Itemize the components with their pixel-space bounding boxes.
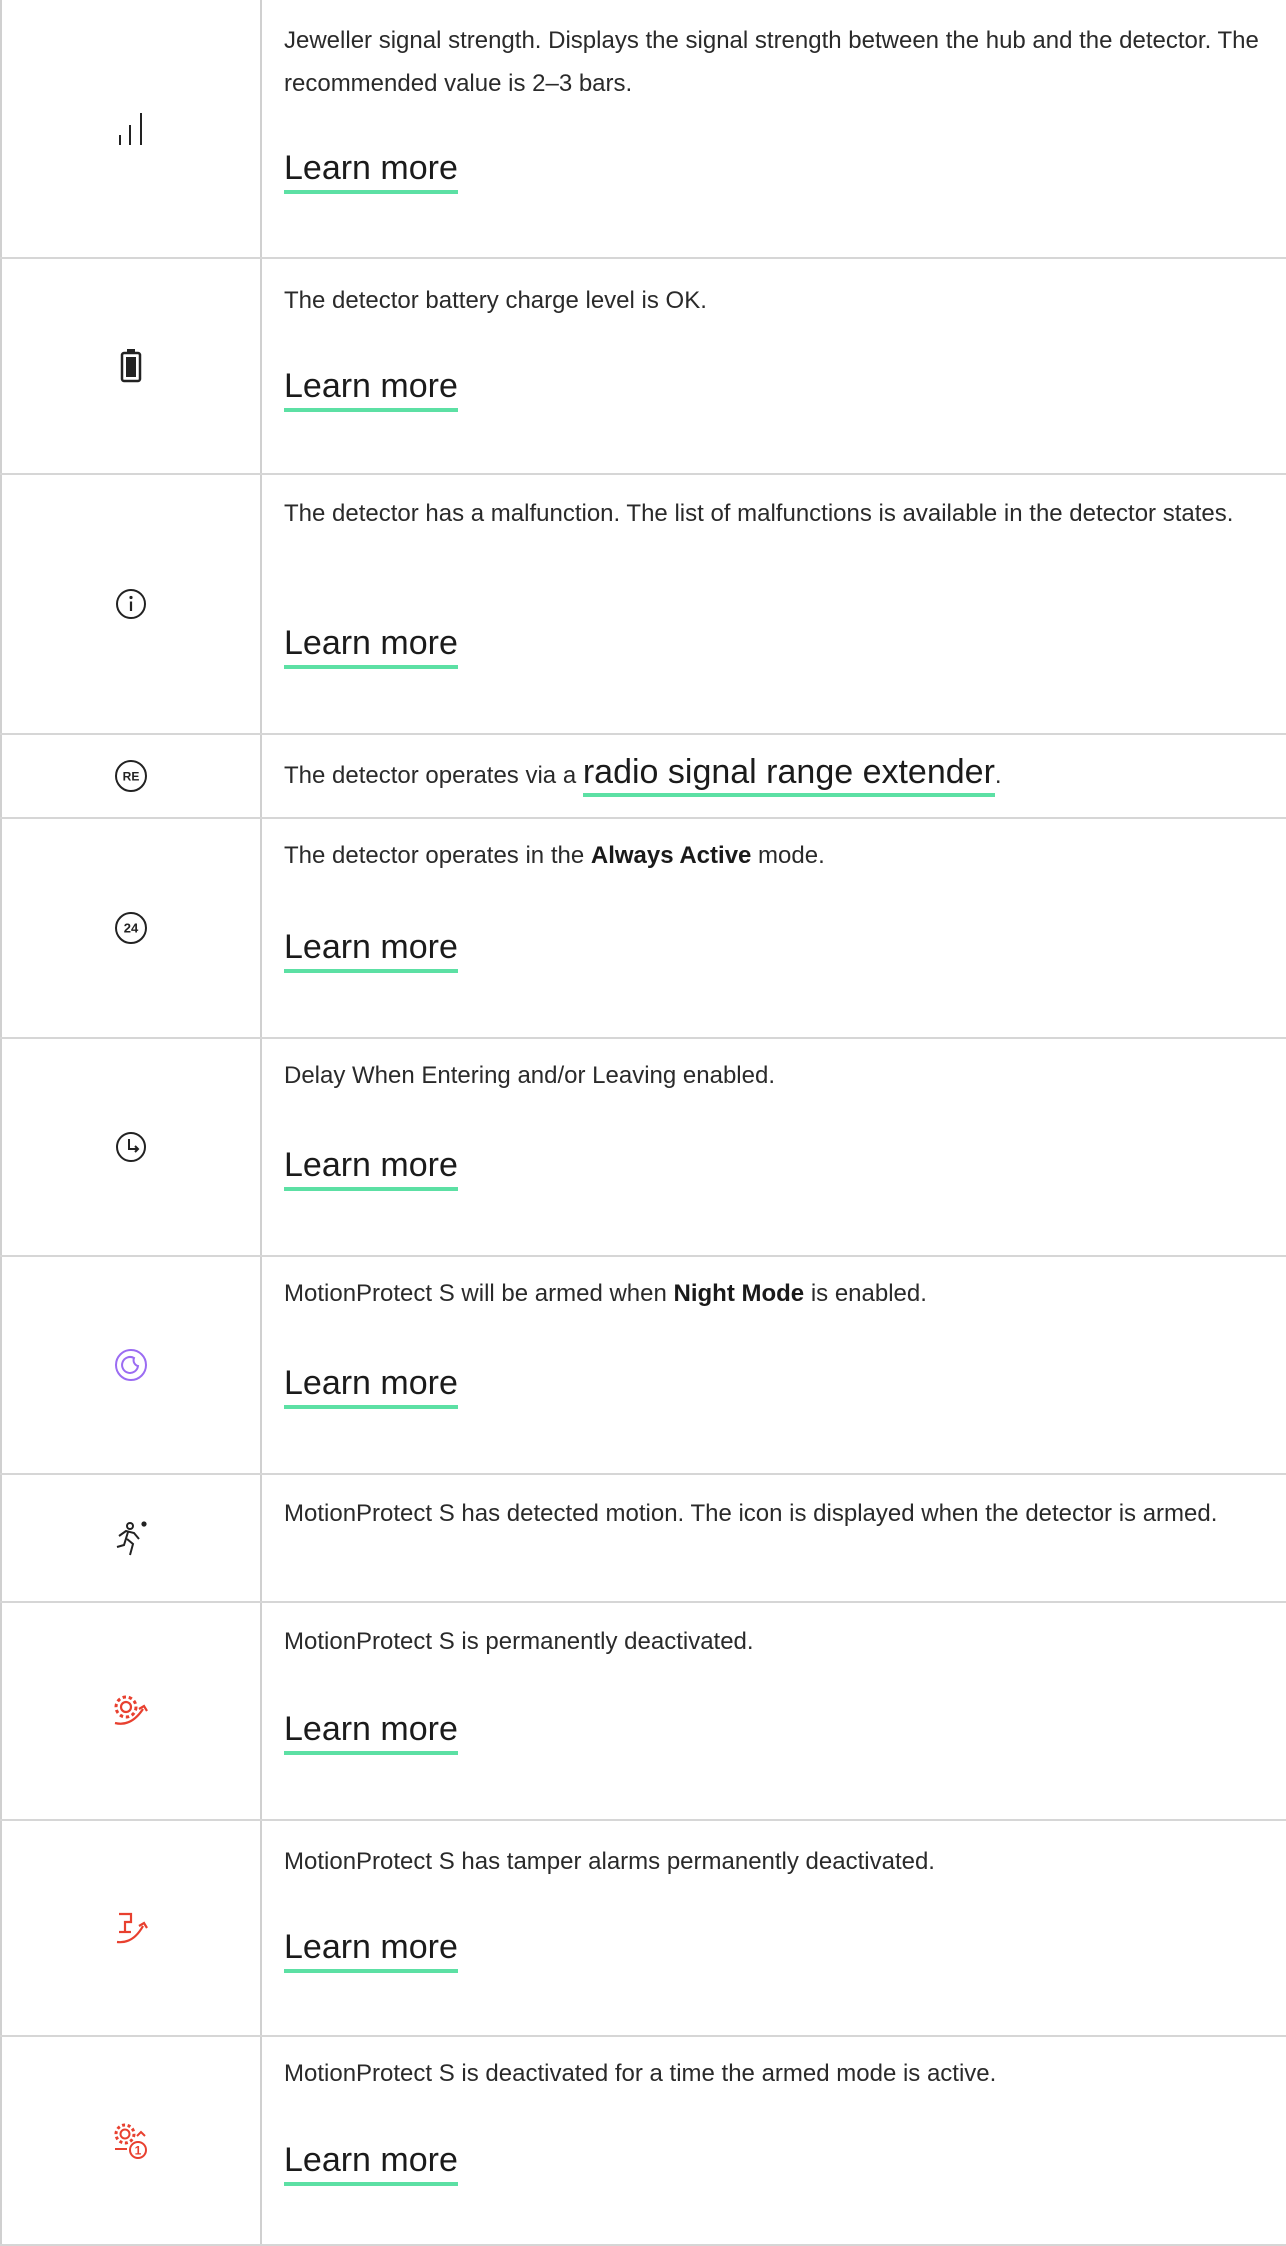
description-cell: MotionProtect S is deactivated for a tim…	[264, 2037, 1286, 2246]
table-row: The detector battery charge level is OK.…	[0, 259, 1286, 473]
table-row: MotionProtect S has tamper alarms perman…	[0, 1821, 1286, 2035]
table-row: MotionProtect S will be armed when Night…	[0, 1257, 1286, 1473]
icon-cell	[0, 259, 262, 473]
description-cell: MotionProtect S has tamper alarms perman…	[264, 1821, 1286, 2035]
icon-cell: RE	[0, 735, 262, 817]
learn-more-link[interactable]: Learn more	[284, 1363, 458, 1409]
learn-more-link[interactable]: Learn more	[284, 927, 458, 973]
table-row: 1 MotionProtect S is deactivated for a t…	[0, 2037, 1286, 2246]
description-cell: The detector has a malfunction. The list…	[264, 475, 1286, 733]
learn-more-link[interactable]: Learn more	[284, 1927, 458, 1973]
description: Delay When Entering and/or Leaving enabl…	[284, 1062, 775, 1089]
battery-icon	[120, 349, 142, 383]
table-row: RE The detector operates via a radio sig…	[0, 735, 1286, 817]
learn-more-link[interactable]: Learn more	[284, 1145, 458, 1191]
description-text: .	[994, 762, 1002, 789]
description: The detector has a malfunction. The list…	[284, 500, 1234, 527]
description-cell: The detector operates via a radio signal…	[264, 735, 1286, 817]
permanently-deactivated-icon	[111, 1693, 151, 1729]
description: Jeweller signal strength. Displays the s…	[284, 27, 1259, 97]
mode-name: Night Mode	[673, 1280, 805, 1307]
icon-cell	[0, 1257, 262, 1473]
learn-more-link[interactable]: Learn more	[284, 2140, 458, 2186]
radio-signal-range-extender-link[interactable]: radio signal range extender	[582, 753, 995, 797]
description-text: mode.	[751, 842, 825, 869]
mode-name: Always Active	[590, 842, 752, 869]
re-icon: RE	[114, 759, 148, 793]
svg-text:24: 24	[124, 921, 139, 936]
table-row: Jeweller signal strength. Displays the s…	[0, 0, 1286, 258]
table-row: 24 The detector operates in the Always A…	[0, 819, 1286, 1037]
icon-cell	[0, 1821, 262, 2035]
icon-cell: 24	[0, 819, 262, 1037]
signal-strength-icon	[116, 111, 146, 147]
description: MotionProtect S has tamper alarms perman…	[284, 1848, 935, 1875]
learn-more-link[interactable]: Learn more	[284, 148, 458, 194]
night-mode-icon	[114, 1348, 148, 1382]
description-cell: MotionProtect S is permanently deactivat…	[264, 1603, 1286, 1819]
learn-more-link[interactable]: Learn more	[284, 1709, 458, 1755]
tamper-deactivated-icon	[111, 1910, 151, 1946]
description-text: is enabled.	[804, 1280, 927, 1307]
description-cell: MotionProtect S has detected motion. The…	[264, 1475, 1286, 1601]
svg-text:RE: RE	[123, 770, 140, 784]
table-row: MotionProtect S is permanently deactivat…	[0, 1603, 1286, 1819]
icon-cell	[0, 1475, 262, 1601]
description: The detector operates in the Always Acti…	[284, 834, 1274, 877]
description: MotionProtect S has detected motion. The…	[284, 1500, 1218, 1527]
description: MotionProtect S will be armed when Night…	[284, 1272, 1274, 1315]
icon-cell	[0, 1039, 262, 1255]
icon-cell	[0, 1603, 262, 1819]
motion-detected-icon	[113, 1519, 149, 1557]
description-cell: The detector operates in the Always Acti…	[264, 819, 1286, 1037]
description: MotionProtect S is deactivated for a tim…	[284, 2060, 997, 2087]
table-row: The detector has a malfunction. The list…	[0, 475, 1286, 733]
description-cell: Jeweller signal strength. Displays the s…	[264, 0, 1286, 258]
svg-text:1: 1	[135, 2143, 142, 2157]
description: The detector operates via a radio signal…	[284, 751, 1274, 797]
table-row: Delay When Entering and/or Leaving enabl…	[0, 1039, 1286, 1255]
description-cell: The detector battery charge level is OK.…	[264, 259, 1286, 473]
description-text: The detector operates in the	[284, 842, 591, 869]
info-icon	[115, 588, 147, 620]
description-cell: MotionProtect S will be armed when Night…	[264, 1257, 1286, 1473]
icon-cell: 1	[0, 2037, 262, 2246]
icon-cell	[0, 475, 262, 733]
always-active-24-icon: 24	[114, 911, 148, 945]
learn-more-link[interactable]: Learn more	[284, 623, 458, 669]
deactivated-once-icon: 1	[111, 2122, 151, 2162]
icon-cell	[0, 0, 262, 258]
table-row: MotionProtect S has detected motion. The…	[0, 1475, 1286, 1601]
delay-clock-icon	[114, 1130, 148, 1164]
description: The detector battery charge level is OK.	[284, 287, 707, 314]
description-text: MotionProtect S will be armed when	[284, 1280, 674, 1307]
description-cell: Delay When Entering and/or Leaving enabl…	[264, 1039, 1286, 1255]
description: MotionProtect S is permanently deactivat…	[284, 1628, 754, 1655]
description-text: The detector operates via a	[284, 762, 583, 789]
learn-more-link[interactable]: Learn more	[284, 366, 458, 412]
